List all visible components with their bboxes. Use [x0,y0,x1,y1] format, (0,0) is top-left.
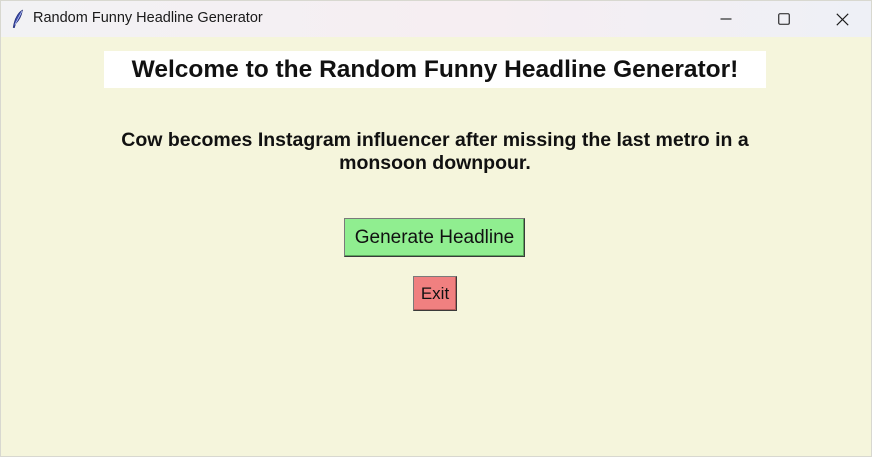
minimize-button[interactable] [697,1,755,37]
main-content: Welcome to the Random Funny Headline Gen… [1,37,871,456]
close-icon [835,12,849,26]
generate-headline-button[interactable]: Generate Headline [344,218,525,257]
maximize-icon [778,13,790,25]
minimize-icon [720,18,732,20]
exit-button[interactable]: Exit [413,276,457,311]
app-window: Random Funny Headline Generator Welcome … [0,0,872,457]
title-bar[interactable]: Random Funny Headline Generator [1,1,871,37]
window-title: Random Funny Headline Generator [33,10,263,26]
headline-line-2: monsoon downpour. [339,152,531,174]
welcome-label: Welcome to the Random Funny Headline Gen… [104,51,766,88]
headline-line-1: Cow becomes Instagram influencer after m… [121,129,749,151]
feather-icon [12,9,23,29]
headline-text: Cow becomes Instagram influencer after m… [101,129,769,175]
close-button[interactable] [813,1,871,37]
maximize-button[interactable] [755,1,813,37]
